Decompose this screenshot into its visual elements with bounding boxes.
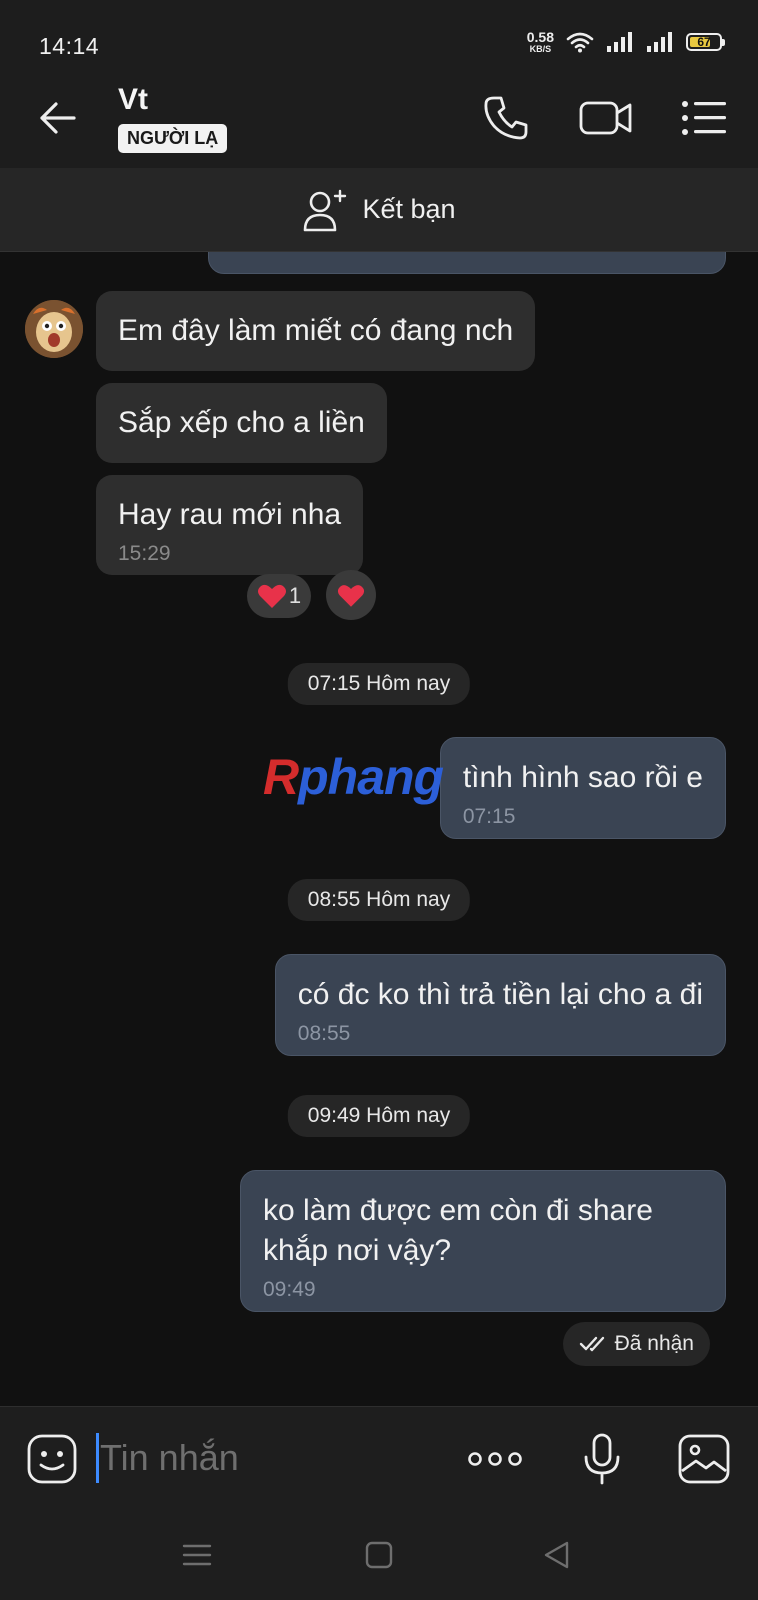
microphone-icon[interactable] — [574, 1431, 630, 1487]
date-separator: 08:55 Hôm nay — [287, 879, 471, 921]
message-time: 09:49 — [263, 1278, 316, 1301]
message-text: Hay rau mới nha — [118, 498, 342, 531]
watermark-rest: phang — [298, 749, 444, 805]
delivery-status-label: Đã nhận — [614, 1332, 694, 1355]
watermark-r: R — [263, 749, 299, 805]
contact-avatar[interactable] — [25, 300, 83, 358]
reaction-count: 1 — [288, 583, 302, 608]
add-friend-icon — [304, 189, 347, 231]
battery-icon: 67 — [686, 33, 725, 51]
system-navigation-bar — [0, 1510, 758, 1600]
network-speed-value: 0.58 — [526, 29, 554, 45]
status-time: 14:14 — [39, 33, 100, 59]
reaction-summary[interactable]: 1 — [247, 574, 311, 618]
recent-apps-icon[interactable] — [180, 1538, 214, 1572]
outgoing-message[interactable]: ko làm được em còn đi share khắp nơi vậy… — [240, 1170, 726, 1312]
message-text: Em đây làm miết có đang nch — [118, 314, 514, 347]
message-text: tình hình sao rồi e — [462, 761, 703, 794]
previous-message-bubble — [208, 252, 726, 274]
avatar-image — [25, 300, 83, 358]
signal-icon-2 — [647, 32, 672, 52]
outgoing-message[interactable]: có đc ko thì trả tiền lại cho a đi 08:55 — [274, 954, 726, 1056]
message-text: ko làm được em còn đi share khắp nơi vậy… — [263, 1194, 653, 1267]
signal-icon-1 — [607, 32, 632, 52]
image-gallery-icon[interactable] — [676, 1431, 732, 1487]
add-friend-bar[interactable]: Kết bạn — [0, 168, 758, 252]
menu-list-icon[interactable] — [680, 92, 728, 144]
message-time: 07:15 — [462, 805, 516, 828]
composer: Tin nhắn — [0, 1406, 758, 1510]
heart-icon — [337, 584, 365, 607]
date-separator: 09:49 Hôm nay — [287, 1095, 471, 1137]
back-arrow-icon[interactable] — [36, 96, 80, 140]
phone-call-icon[interactable] — [480, 92, 532, 144]
sticker-icon[interactable] — [26, 1433, 78, 1485]
home-icon[interactable] — [362, 1538, 396, 1572]
chat-header: Vt NGƯỜI LẠ — [0, 66, 758, 168]
stranger-badge: NGƯỜI LẠ — [118, 124, 228, 153]
message-text: Sắp xếp cho a liền — [118, 406, 365, 439]
video-call-icon[interactable] — [578, 92, 634, 144]
date-separator: 07:15 Hôm nay — [287, 663, 471, 705]
message-list[interactable]: Em đây làm miết có đang nch Sắp xếp cho … — [0, 252, 758, 1406]
contact-name[interactable]: Vt — [118, 83, 148, 117]
status-bar: 14:14 0.58 KB/S 67 — [0, 0, 758, 66]
network-speed: 0.58 KB/S — [527, 30, 554, 54]
double-check-icon — [579, 1336, 604, 1352]
react-button[interactable] — [326, 570, 376, 620]
outgoing-message[interactable]: tình hình sao rồi e 07:15 — [439, 737, 726, 839]
more-options-icon[interactable] — [466, 1431, 524, 1487]
add-friend-label: Kết bạn — [362, 194, 456, 224]
text-caret — [96, 1433, 99, 1483]
incoming-message[interactable]: Sắp xếp cho a liền — [96, 383, 387, 463]
heart-icon — [257, 584, 286, 608]
back-nav-icon[interactable] — [540, 1538, 574, 1572]
message-time: 15:29 — [118, 542, 171, 565]
battery-level: 67 — [697, 35, 711, 49]
message-time: 08:55 — [297, 1022, 351, 1045]
wifi-icon — [566, 32, 594, 53]
message-input[interactable]: Tin nhắn — [100, 1437, 239, 1479]
network-speed-unit: KB/S — [529, 44, 552, 54]
incoming-message[interactable]: Em đây làm miết có đang nch — [96, 291, 536, 371]
watermark-logo: Rphang — [263, 748, 444, 806]
delivery-status: Đã nhận — [562, 1322, 710, 1366]
message-text: có đc ko thì trả tiền lại cho a đi — [297, 978, 703, 1011]
status-indicators: 0.58 KB/S 67 — [527, 30, 725, 54]
incoming-message[interactable]: Hay rau mới nha 15:29 — [96, 475, 364, 575]
